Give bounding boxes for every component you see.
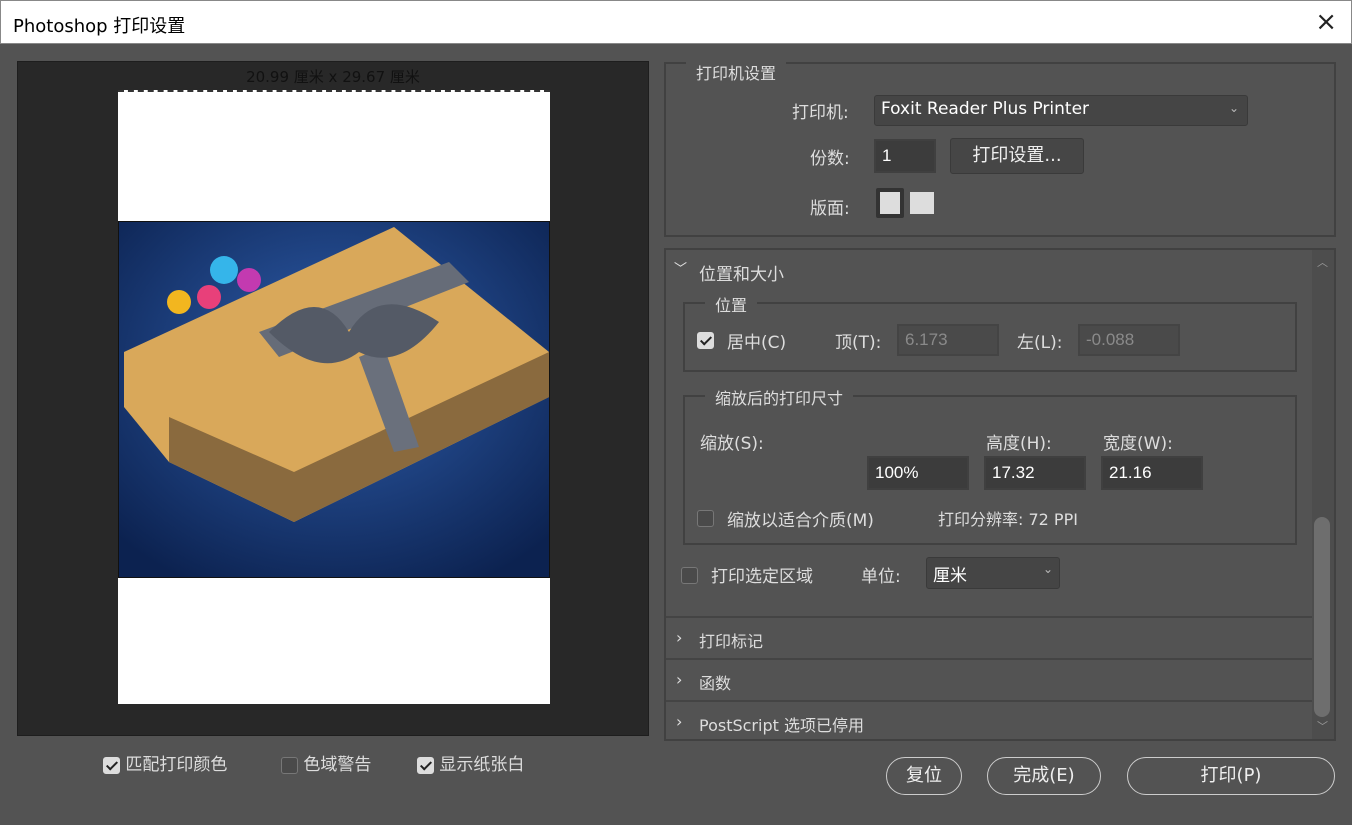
scaled-size-group: 缩放后的打印尺寸 缩放(S): 高度(H): 宽度(W): 缩放以适合介质(M)… bbox=[683, 385, 1297, 545]
chevron-right-icon: › bbox=[676, 628, 683, 647]
unit-select[interactable]: 厘米 ⌄ bbox=[926, 557, 1060, 589]
width-label: 宽度(W): bbox=[1103, 434, 1173, 454]
print-selected-area-label: 打印选定区域 bbox=[711, 567, 813, 587]
chevron-down-icon: ⌄ bbox=[1228, 101, 1239, 115]
center-label: 居中(C) bbox=[727, 333, 787, 353]
paper-size-label: 20.99 厘米 x 29.67 厘米 bbox=[246, 68, 420, 86]
chevron-right-icon: › bbox=[676, 712, 683, 731]
section-label: 打印标记 bbox=[699, 632, 764, 651]
print-button[interactable]: 打印(P) bbox=[1127, 757, 1335, 795]
height-input[interactable] bbox=[984, 456, 1086, 490]
gamut-warning-checkbox[interactable]: 色域警告 bbox=[281, 750, 371, 775]
left-input[interactable] bbox=[1078, 324, 1180, 356]
window-title: Photoshop 打印设置 bbox=[13, 16, 186, 37]
top-label: 顶(T): bbox=[835, 333, 882, 353]
section-label: 函数 bbox=[699, 674, 732, 693]
show-paper-white-checkbox[interactable]: 显示纸张白 bbox=[417, 750, 524, 775]
left-label: 左(L): bbox=[1017, 333, 1063, 353]
section-label: PostScript 选项已停用 bbox=[699, 716, 864, 735]
printer-value: Foxit Reader Plus Printer bbox=[881, 99, 1090, 119]
unit-value: 厘米 bbox=[933, 566, 967, 586]
functions-section[interactable]: › 函数 bbox=[666, 658, 1312, 700]
chevron-down-icon[interactable]: ﹀ bbox=[674, 258, 687, 277]
close-icon[interactable]: × bbox=[1315, 7, 1337, 37]
printer-setup-group: 打印机设置 打印机: Foxit Reader Plus Printer ⌄ 份… bbox=[664, 60, 1336, 237]
copies-input[interactable] bbox=[874, 139, 936, 173]
scaled-size-legend: 缩放后的打印尺寸 bbox=[705, 385, 854, 409]
landscape-layout-icon[interactable] bbox=[910, 192, 934, 214]
label: 色域警告 bbox=[303, 755, 372, 775]
scale-label: 缩放(S): bbox=[700, 434, 764, 454]
scrollbar-thumb[interactable] bbox=[1314, 517, 1330, 717]
title-bar: Photoshop 打印设置 × bbox=[0, 0, 1352, 44]
postscript-section[interactable]: › PostScript 选项已停用 bbox=[666, 700, 1312, 739]
width-input[interactable] bbox=[1101, 456, 1203, 490]
chevron-right-icon: › bbox=[676, 670, 683, 689]
copies-label: 份数: bbox=[810, 149, 850, 169]
scrollbar[interactable]: ︿ ﹀ bbox=[1312, 250, 1334, 739]
checkbox[interactable] bbox=[417, 756, 434, 774]
portrait-layout-icon[interactable] bbox=[876, 188, 904, 218]
settings-scroll-panel: ﹀ 位置和大小 位置 居中(C) 顶(T): 左(L): 缩放后的打印尺寸 缩放… bbox=[664, 248, 1336, 741]
scale-input[interactable] bbox=[867, 456, 969, 490]
label: 匹配打印颜色 bbox=[125, 755, 228, 775]
checkbox[interactable] bbox=[103, 756, 120, 774]
chevron-down-icon: ⌄ bbox=[1042, 562, 1053, 576]
label: 显示纸张白 bbox=[439, 755, 525, 775]
center-checkbox[interactable] bbox=[697, 331, 714, 349]
position-size-header[interactable]: 位置和大小 bbox=[699, 260, 784, 285]
print-resolution: 打印分辨率: 72 PPI bbox=[938, 510, 1078, 529]
match-print-colors-checkbox[interactable]: 匹配打印颜色 bbox=[103, 750, 227, 775]
printer-select[interactable]: Foxit Reader Plus Printer ⌄ bbox=[874, 95, 1248, 126]
scroll-down-icon[interactable]: ﹀ bbox=[1317, 718, 1328, 734]
position-group: 位置 居中(C) 顶(T): 左(L): bbox=[683, 292, 1297, 372]
fit-media-checkbox[interactable] bbox=[697, 509, 714, 527]
print-settings-button[interactable]: 打印设置... bbox=[950, 138, 1084, 174]
done-button[interactable]: 完成(E) bbox=[987, 757, 1101, 795]
print-preview: 20.99 厘米 x 29.67 厘米 bbox=[17, 61, 649, 736]
print-selected-area-checkbox[interactable] bbox=[681, 566, 698, 584]
height-label: 高度(H): bbox=[986, 434, 1052, 454]
position-legend: 位置 bbox=[705, 292, 758, 316]
unit-label: 单位: bbox=[861, 567, 901, 587]
scroll-up-icon[interactable]: ︿ bbox=[1317, 254, 1328, 270]
printer-label: 打印机: bbox=[792, 103, 849, 123]
reset-button[interactable]: 复位 bbox=[886, 757, 962, 795]
image-preview[interactable] bbox=[118, 221, 550, 578]
top-input[interactable] bbox=[897, 324, 999, 356]
paper-preview bbox=[118, 90, 550, 704]
fit-media-label: 缩放以适合介质(M) bbox=[727, 511, 874, 531]
print-marks-section[interactable]: › 打印标记 bbox=[666, 616, 1312, 658]
checkbox[interactable] bbox=[281, 756, 298, 774]
layout-label: 版面: bbox=[810, 199, 850, 219]
printer-setup-legend: 打印机设置 bbox=[686, 60, 787, 84]
